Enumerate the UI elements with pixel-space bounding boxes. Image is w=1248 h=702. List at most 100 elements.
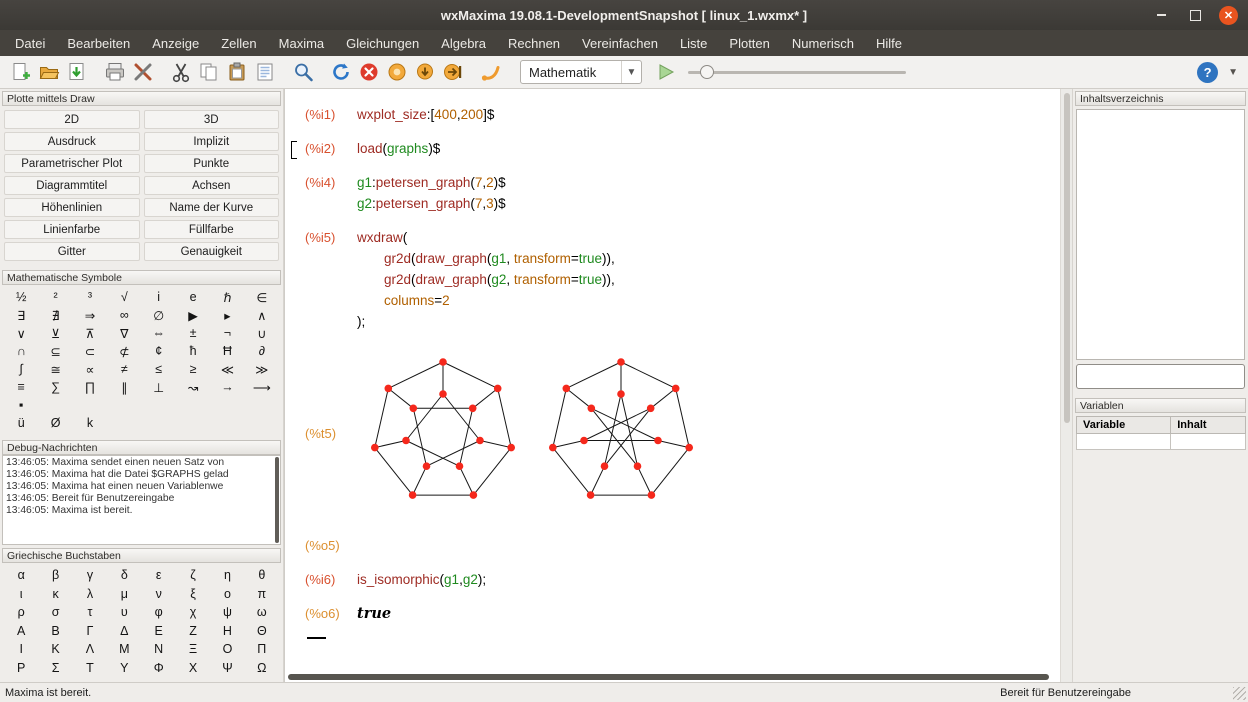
greek-letter-button[interactable]: ξ (176, 585, 210, 604)
restart-maxima-icon[interactable] (328, 59, 354, 85)
code-line[interactable]: gr2d(draw_graph(g2, transform=true)), (357, 269, 1056, 290)
chevron-down-icon[interactable]: ▼ (621, 61, 641, 83)
resize-grip[interactable] (1233, 687, 1246, 700)
symbol-button[interactable]: ¢ (142, 342, 176, 360)
symbol-button[interactable]: √ (107, 288, 141, 306)
animation-speed-slider[interactable] (688, 62, 906, 82)
draw-option-button[interactable]: Parametrischer Plot (4, 154, 140, 173)
greek-letter-button[interactable]: γ (73, 566, 107, 585)
code-line[interactable]: is_isomorphic(g1,g2); (357, 569, 1056, 590)
jump-to-error-icon[interactable] (478, 59, 504, 85)
symbol-button[interactable]: e (176, 288, 210, 306)
draw-option-button[interactable]: Gitter (4, 242, 140, 261)
greek-letter-button[interactable]: Ο (210, 640, 244, 659)
greek-pane-header[interactable]: Griechische Buchstaben (2, 548, 281, 563)
menu-item-datei[interactable]: Datei (4, 30, 56, 56)
greek-letter-button[interactable]: Π (245, 640, 279, 659)
symbol-button[interactable]: ⊥ (142, 378, 176, 396)
symbol-button[interactable]: ≫ (245, 360, 279, 378)
symbol-button[interactable]: ≥ (176, 360, 210, 378)
symbol-button[interactable]: ∏ (73, 378, 107, 396)
worksheet[interactable]: (%i1)wxplot_size:[400,200]$(%i2)load(gra… (285, 89, 1060, 672)
draw-option-button[interactable]: Punkte (144, 154, 280, 173)
help-button[interactable]: ? (1197, 62, 1218, 83)
greek-letter-button[interactable]: Ι (4, 640, 38, 659)
menu-item-hilfe[interactable]: Hilfe (865, 30, 913, 56)
print-icon[interactable] (102, 59, 128, 85)
follow-icon[interactable] (384, 59, 410, 85)
greek-letter-button[interactable]: Β (38, 622, 72, 641)
greek-letter-button[interactable]: κ (38, 585, 72, 604)
menu-item-gleichungen[interactable]: Gleichungen (335, 30, 430, 56)
symbol-button[interactable]: ≅ (38, 360, 72, 378)
symbol-button[interactable]: ↝ (176, 378, 210, 396)
code-line[interactable]: gr2d(draw_graph(g1, transform=true)), (357, 248, 1056, 269)
symbol-button[interactable]: ∂ (245, 342, 279, 360)
symbol-button[interactable]: ▸ (210, 306, 244, 324)
symbol-button[interactable]: ∝ (73, 360, 107, 378)
menu-item-anzeige[interactable]: Anzeige (141, 30, 210, 56)
greek-letter-button[interactable]: Φ (142, 659, 176, 678)
symbol-button[interactable]: ⊆ (38, 342, 72, 360)
greek-letter-button[interactable]: ω (245, 603, 279, 622)
titlebar[interactable]: wxMaxima 19.08.1-DevelopmentSnapshot [ l… (0, 0, 1248, 30)
symbol-button[interactable]: ▪ (4, 396, 38, 414)
symbol-button[interactable]: ü (4, 414, 38, 432)
minimize-button[interactable] (1151, 5, 1171, 25)
save-icon[interactable] (64, 59, 90, 85)
vertical-scrollbar-thumb[interactable] (1064, 93, 1070, 423)
draw-option-button[interactable]: Linienfarbe (4, 220, 140, 239)
horizontal-scrollbar[interactable] (285, 672, 1060, 682)
greek-letter-button[interactable]: Ν (142, 640, 176, 659)
symbol-button[interactable]: ⊄ (107, 342, 141, 360)
greek-letter-button[interactable]: Υ (107, 659, 141, 678)
toolbar-overflow-icon[interactable]: ▼ (1220, 67, 1240, 78)
greek-letter-button[interactable]: Γ (73, 622, 107, 641)
symbol-button[interactable]: ∃ (4, 306, 38, 324)
symbol-button[interactable]: ¬ (210, 324, 244, 342)
draw-option-button[interactable]: 2D (4, 110, 140, 129)
greek-letter-button[interactable]: θ (245, 566, 279, 585)
symbol-button[interactable]: ∨ (4, 324, 38, 342)
symbol-button[interactable]: ½ (4, 288, 38, 306)
variables-column-header[interactable]: Inhalt (1171, 417, 1246, 434)
greek-letter-button[interactable]: Δ (107, 622, 141, 641)
new-document-icon[interactable] (8, 59, 34, 85)
code-line[interactable]: wxdraw( (357, 227, 1056, 248)
menu-item-liste[interactable]: Liste (669, 30, 718, 56)
symbol-button[interactable]: ∩ (4, 342, 38, 360)
draw-option-button[interactable]: Höhenlinien (4, 198, 140, 217)
code-line[interactable]: ); (357, 311, 1056, 332)
debug-scrollbar[interactable] (275, 457, 279, 543)
greek-letter-button[interactable]: ζ (176, 566, 210, 585)
menu-item-algebra[interactable]: Algebra (430, 30, 497, 56)
greek-letter-button[interactable]: λ (73, 585, 107, 604)
code-line[interactable]: g2:petersen_graph(7,3)$ (357, 193, 1056, 214)
greek-letter-button[interactable]: η (210, 566, 244, 585)
play-animation-button[interactable] (656, 62, 676, 82)
variable-cell[interactable] (1077, 434, 1171, 450)
code-line[interactable]: wxplot_size:[400,200]$ (357, 104, 1056, 125)
symbol-button[interactable]: ≠ (107, 360, 141, 378)
greek-letter-button[interactable]: ρ (4, 603, 38, 622)
symbol-button[interactable]: ≡ (4, 378, 38, 396)
symbol-button[interactable]: ⟶ (245, 378, 279, 396)
symbol-button[interactable]: ∅ (142, 306, 176, 324)
symbol-button[interactable]: Ħ (210, 342, 244, 360)
greek-letter-button[interactable]: ο (210, 585, 244, 604)
menu-item-bearbeiten[interactable]: Bearbeiten (56, 30, 141, 56)
symbol-button[interactable]: ℏ (210, 288, 244, 306)
greek-letter-button[interactable]: δ (107, 566, 141, 585)
symbol-button[interactable]: ∞ (107, 306, 141, 324)
worksheet-vertical-scrollbar[interactable] (1060, 89, 1072, 682)
greek-letter-button[interactable]: Σ (38, 659, 72, 678)
symbol-button[interactable]: ∄ (38, 306, 72, 324)
symbol-button[interactable]: ⊻ (38, 324, 72, 342)
greek-letter-button[interactable]: Κ (38, 640, 72, 659)
mode-dropdown[interactable]: Mathematik ▼ (520, 60, 642, 84)
configure-icon[interactable] (130, 59, 156, 85)
greek-letter-button[interactable]: ι (4, 585, 38, 604)
symbol-button[interactable]: i (142, 288, 176, 306)
greek-letter-button[interactable]: Ρ (4, 659, 38, 678)
draw-pane-header[interactable]: Plotte mittels Draw (2, 91, 281, 106)
